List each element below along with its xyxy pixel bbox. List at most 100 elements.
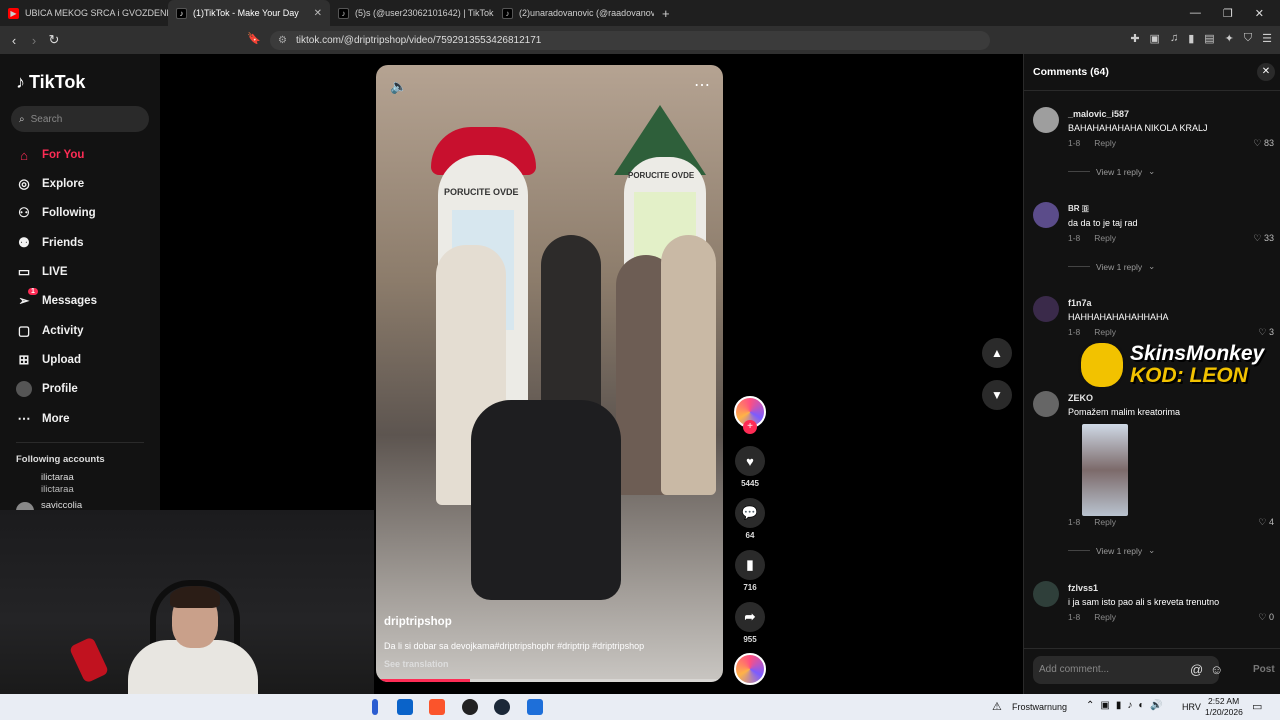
screenshot-icon[interactable]: ▣ [1150,32,1160,45]
nav-explore[interactable]: ◎ Explore [16,176,84,192]
next-video-button[interactable]: ▼ [982,380,1012,410]
tray-icons[interactable]: ⌃▣▮♪◐🔊 [1086,700,1169,711]
nav-following[interactable]: ⚇ Following [16,205,95,221]
outlook-icon[interactable] [397,699,413,715]
comment-user[interactable]: BR 🇧 [1068,204,1089,214]
nav-activity[interactable]: ▢ Activity [16,323,84,339]
close-tab-icon[interactable]: ✕ [314,8,322,19]
music-disc-icon[interactable] [734,653,766,685]
file-explorer-icon[interactable] [527,699,543,715]
share-button[interactable]: ➦ 955 [735,602,765,644]
comment-image-sticker[interactable] [1082,424,1128,516]
steam-icon[interactable] [494,699,510,715]
avatar[interactable] [1033,581,1059,607]
nav-more[interactable]: ⋯ More [16,411,70,427]
taskbar: ⚠ Frostwarnung ⌃▣▮♪◐🔊 HRV 2:52 AM 1/20/2… [0,694,1280,720]
clock-date[interactable]: 1/20/2026 [1205,707,1243,717]
video-player[interactable]: PORUCITE OVDE PORUCITE OVDE 🔈 ⋯ driptrip… [376,65,723,682]
brave-icon[interactable] [429,699,445,715]
comment-user[interactable]: _malovic_i587 [1068,109,1129,119]
video-username[interactable]: driptripshop [384,616,452,628]
see-translation-link[interactable]: See translation [384,659,449,669]
close-comments-button[interactable]: ✕ [1257,63,1275,81]
browser-tab-youtube[interactable]: ▶ UBICA MEKOG SRCA i GVOZDENE PE [0,0,168,26]
reply-link[interactable]: Reply [1094,327,1116,337]
bookmark-icon[interactable]: 🔖 [244,32,264,45]
view-replies-button[interactable]: View 1 reply ⌄ [1068,545,1155,556]
extensions-icon[interactable]: ✚ [1130,32,1139,45]
media-icon[interactable]: ♫ [1170,32,1178,45]
nav-for-you[interactable]: ⌂ For You [16,147,84,163]
sidebar-toggle-icon[interactable]: ▮ [1188,32,1194,45]
browser-tab-tiktok-3[interactable]: ♪ (2)unaradovanovic (@raadovanovic [494,0,654,26]
previous-video-button[interactable]: ▲ [982,338,1012,368]
tiktok-logo[interactable]: ♪ TikTok [16,72,85,93]
avatar[interactable] [1033,391,1059,417]
leo-icon[interactable]: ✦ [1225,32,1234,45]
follow-plus-icon[interactable]: + [743,420,757,434]
heart-outline-icon: ♡ [1258,612,1267,622]
comment-user[interactable]: fzlvss1 [1068,583,1098,593]
wallet-icon[interactable]: ▤ [1204,32,1214,45]
view-replies-button[interactable]: View 1 reply ⌄ [1068,166,1155,177]
forward-icon[interactable]: › [24,33,44,48]
site-info-icon[interactable]: ⚙ [278,35,287,46]
reply-link[interactable]: Reply [1094,233,1116,243]
emoji-icon[interactable]: ☺ [1210,662,1223,677]
comment-date: 1-8 [1068,612,1081,622]
warning-icon[interactable]: ⚠ [992,700,1002,713]
reply-link[interactable]: Reply [1094,517,1116,527]
nav-upload[interactable]: ⊞ Upload [16,352,81,368]
reply-link[interactable]: Reply [1094,612,1116,622]
comment-like[interactable]: ♡ 83 [1253,138,1274,149]
close-window-icon[interactable]: ✕ [1255,7,1264,20]
vpn-icon[interactable]: ⛉ [1244,32,1252,45]
nav-messages[interactable]: ➢ 1 Messages [16,288,97,309]
mention-icon[interactable]: @ [1190,662,1203,677]
nav-friends[interactable]: ⚉ Friends [16,235,83,251]
restore-icon[interactable]: ❐ [1223,7,1233,20]
chevron-down-icon: ⌄ [1148,261,1156,271]
save-button[interactable]: ▮ 716 [735,550,765,592]
like-button[interactable]: ♥ 5445 [735,446,765,488]
comment-like[interactable]: ♡ 33 [1253,233,1274,244]
view-replies-button[interactable]: View 1 reply ⌄ [1068,261,1155,272]
nav-live[interactable]: ▭ LIVE [16,264,68,280]
app-icon[interactable] [372,699,378,715]
reload-icon[interactable]: ↻ [44,32,64,48]
browser-tab-tiktok-2[interactable]: ♪ (5)s (@user23062101642) | TikTok [330,0,494,26]
messages-icon: ➢ [18,293,30,308]
reply-link[interactable]: Reply [1094,138,1116,148]
avatar[interactable] [1033,202,1059,228]
comment-like[interactable]: ♡ 3 [1258,327,1274,338]
video-progress-bar[interactable] [376,679,723,682]
url-field[interactable]: ⚙ tiktok.com/@driptripshop/video/7592913… [270,31,990,50]
person-figure [661,235,716,495]
comment-button[interactable]: 💬 64 [735,498,765,540]
notification-icon[interactable]: ▭ [1252,700,1262,713]
post-button[interactable]: Post [1253,664,1275,675]
more-options-icon[interactable]: ⋯ [694,75,710,95]
search-input[interactable]: ⌕ Search [11,106,149,132]
clock-time[interactable]: 2:52 AM [1208,696,1239,706]
comment-meta: 1-8 Reply [1068,138,1116,148]
comment-user[interactable]: f1n7a [1068,298,1092,308]
comment-user[interactable]: ZEKO [1068,393,1093,403]
minimize-icon[interactable]: — [1190,7,1201,20]
comment-like[interactable]: ♡ 0 [1258,612,1274,623]
volume-icon[interactable]: 🔈 [390,78,407,95]
comment-date: 1-8 [1068,327,1081,337]
new-tab-button[interactable]: + [654,0,678,26]
comment-like[interactable]: ♡ 4 [1258,517,1274,528]
language-indicator[interactable]: HRV [1182,702,1201,712]
avatar[interactable] [1033,107,1059,133]
menu-icon[interactable]: ☰ [1262,32,1272,45]
back-icon[interactable]: ‹ [4,33,24,48]
avatar[interactable] [1033,296,1059,322]
nav-profile[interactable]: Profile [16,381,78,397]
obs-icon[interactable] [462,699,478,715]
webcam-feed [0,510,374,694]
browser-tab-tiktok-active[interactable]: ♪ (1)TikTok - Make Your Day ✕ [168,0,330,26]
weather-label[interactable]: Frostwarnung [1012,702,1067,712]
account-item[interactable]: ilictaraa ilictaraa [41,472,74,496]
